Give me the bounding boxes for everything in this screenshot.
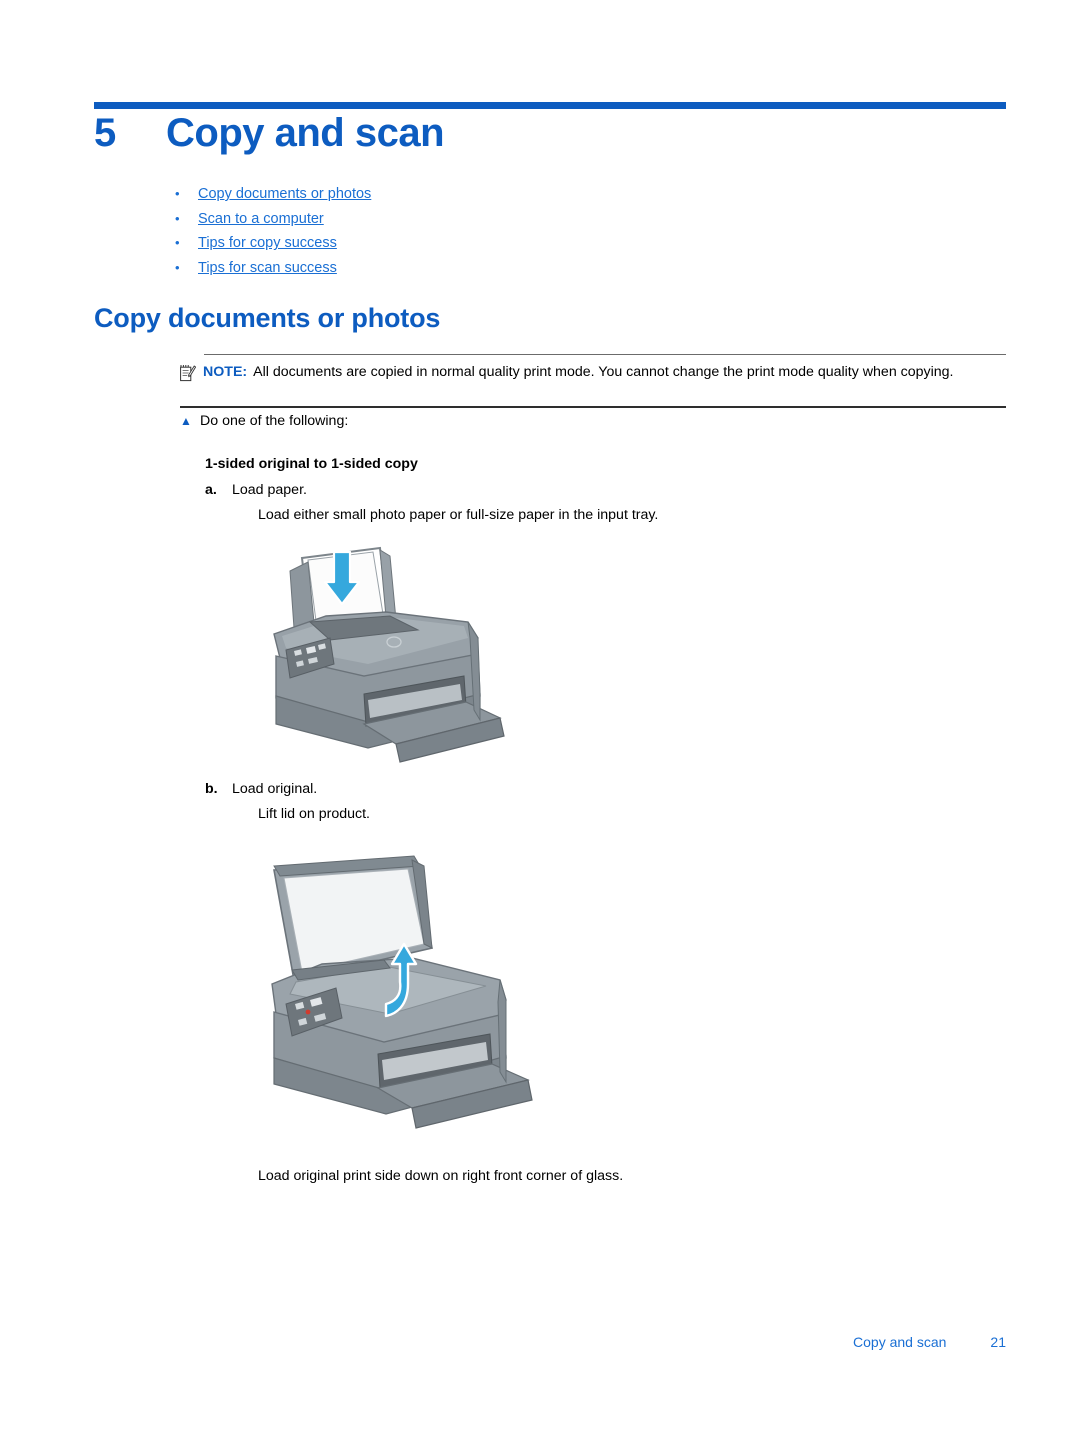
- step-text-b: Load original.: [232, 781, 318, 797]
- intro-instruction-text: Do one of the following:: [200, 413, 349, 429]
- toc-link-copy-documents-or-photos[interactable]: Copy documents or photos: [198, 183, 371, 207]
- chapter-top-rule: [94, 102, 1006, 109]
- step-detail-b: Lift lid on product.: [258, 806, 370, 822]
- step-letter-a: a.: [205, 482, 217, 498]
- toc-link-scan-to-a-computer[interactable]: Scan to a computer: [198, 208, 324, 232]
- triangle-bullet-icon: ▲: [180, 414, 192, 428]
- step-text-a: Load paper.: [232, 482, 307, 498]
- note-pencil-icon: [180, 365, 196, 382]
- list-item[interactable]: • Tips for copy success: [175, 231, 875, 256]
- bullet-icon: •: [175, 235, 180, 251]
- section-heading: Copy documents or photos: [94, 303, 441, 333]
- procedure-step-b: b. Load original.: [205, 780, 317, 799]
- toc-link-tips-for-copy-success[interactable]: Tips for copy success: [198, 232, 337, 256]
- list-item[interactable]: • Scan to a computer: [175, 207, 875, 232]
- toc-link-tips-for-scan-success[interactable]: Tips for scan success: [198, 257, 337, 281]
- bullet-icon: •: [175, 210, 180, 226]
- footer-page-number: 21: [990, 1334, 1006, 1350]
- intro-instruction: ▲ Do one of the following:: [180, 412, 348, 431]
- chapter-toc-list: • Copy documents or photos • Scan to a c…: [175, 182, 875, 280]
- note-bottom-divider: [180, 406, 1006, 408]
- document-page: 5 Copy and scan • Copy documents or phot…: [0, 0, 1080, 1437]
- bullet-icon: •: [175, 186, 180, 201]
- chapter-heading: 5 Copy and scan: [94, 112, 1006, 154]
- procedure-step-a: a. Load paper.: [205, 481, 307, 500]
- list-item[interactable]: • Tips for scan success: [175, 256, 875, 281]
- printer-load-paper-illustration: [273, 546, 505, 763]
- note-callout: NOTE: All documents are copied in normal …: [180, 363, 1000, 382]
- bullet-icon: •: [175, 259, 180, 275]
- printer-lift-lid-illustration: [271, 855, 533, 1129]
- step-caption-b: Load original print side down on right f…: [258, 1168, 624, 1184]
- note-label: NOTE:: [203, 364, 248, 380]
- step-letter-b: b.: [205, 781, 218, 797]
- page-footer: Copy and scan 21: [0, 1334, 1006, 1350]
- procedure-title: 1-sided original to 1-sided copy: [205, 456, 418, 472]
- chapter-number: 5: [94, 111, 116, 155]
- footer-chapter-label: Copy and scan: [853, 1334, 947, 1350]
- step-detail-a: Load either small photo paper or full-si…: [258, 507, 659, 523]
- list-item[interactable]: • Copy documents or photos: [175, 182, 875, 207]
- chapter-title: Copy and scan: [166, 111, 445, 155]
- note-top-divider: [204, 354, 1006, 355]
- note-body: NOTE: All documents are copied in normal …: [203, 363, 993, 382]
- note-message: All documents are copied in normal quali…: [253, 364, 954, 380]
